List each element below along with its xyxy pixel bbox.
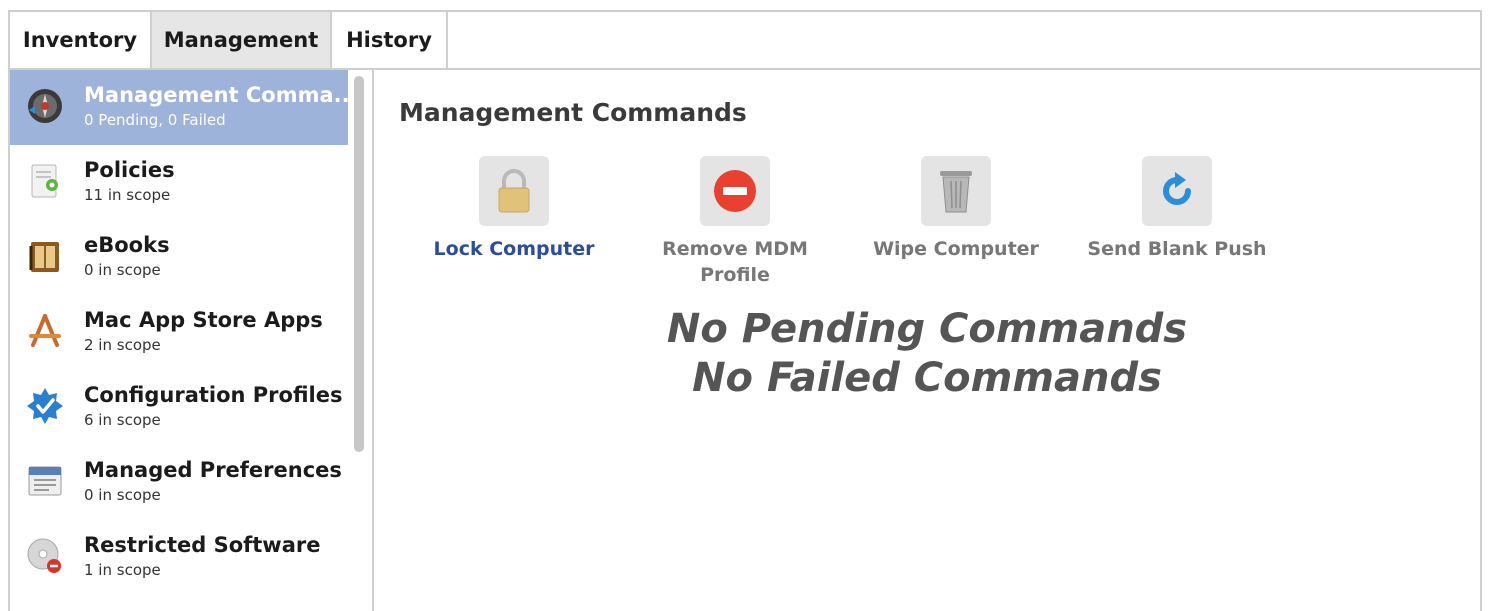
wipe-computer-label: Wipe Computer [873,238,1039,260]
main-panel: Management Commands Lock Computer Remove… [374,70,1480,611]
sidebar-item-mac-app-store-apps[interactable]: Mac App Store Apps 2 in scope [10,295,348,370]
window-frame: Inventory Management History Management … [8,10,1482,611]
lock-icon [498,169,530,213]
tab-inventory[interactable]: Inventory [10,12,152,68]
sidebar-item-policies[interactable]: Policies 11 in scope [10,145,348,220]
lock-computer-label: Lock Computer [433,238,595,260]
page-title: Management Commands [399,98,747,127]
sidebar-item-management-commands[interactable]: Management Comma... 0 Pending, 0 Failed [10,70,358,145]
sidebar-item-title: Configuration Profiles [84,383,343,407]
no-failed-commands-text: No Failed Commands [692,355,1162,401]
refresh-icon-box [1142,156,1212,226]
sidebar-list: Management Comma... 0 Pending, 0 Failed … [10,70,358,595]
remove-icon-box [700,156,770,226]
sidebar-item-subtitle: 1 in scope [84,561,161,579]
sidebar: Management Comma... 0 Pending, 0 Failed … [10,70,374,611]
remove-icon [714,170,756,212]
sidebar-item-subtitle: 0 Pending, 0 Failed [84,111,226,129]
sidebar-item-title: Management Comma... [84,83,358,107]
trash-icon [940,171,972,213]
sidebar-item-title: Managed Preferences [84,458,342,482]
send-blank-push-label: Send Blank Push [1087,238,1267,260]
trash-icon-box [921,156,991,226]
sidebar-item-restricted-software[interactable]: Restricted Software 1 in scope [10,520,348,595]
managed-preferences-icon [28,466,62,496]
policies-icon [31,164,58,198]
sidebar-scrollbar[interactable] [354,76,364,452]
ebooks-icon [29,242,59,272]
lock-computer-button[interactable]: Lock Computer [414,156,614,262]
tab-bar: Inventory Management History [10,12,1480,70]
sidebar-item-title: Policies [84,158,175,182]
sidebar-item-subtitle: 0 in scope [84,486,161,504]
sidebar-item-subtitle: 11 in scope [84,186,171,204]
refresh-icon [1163,172,1191,205]
sidebar-item-subtitle: 0 in scope [84,261,161,279]
no-pending-commands-text: No Pending Commands [666,306,1188,352]
tab-management[interactable]: Management [152,12,332,68]
remove-mdm-profile-button[interactable]: Remove MDM Profile [635,156,835,288]
sidebar-item-title: eBooks [84,233,170,257]
sidebar-item-title: Restricted Software [84,533,321,557]
remove-mdm-profile-label: Remove MDM Profile [662,238,808,286]
app-store-icon [29,314,61,347]
sidebar-item-configuration-profiles[interactable]: Configuration Profiles 6 in scope [10,370,348,445]
tab-history[interactable]: History [332,12,448,68]
sidebar-item-managed-preferences[interactable]: Managed Preferences 0 in scope [10,445,348,520]
configuration-profile-icon [27,388,63,424]
sidebar-item-ebooks[interactable]: eBooks 0 in scope [10,220,348,295]
send-blank-push-button[interactable]: Send Blank Push [1077,156,1277,262]
restricted-software-icon [27,538,61,573]
management-commands-icon [28,89,62,123]
sidebar-item-title: Mac App Store Apps [84,308,323,332]
lock-icon-box [479,156,549,226]
sidebar-item-subtitle: 2 in scope [84,336,161,354]
sidebar-item-subtitle: 6 in scope [84,411,161,429]
wipe-computer-button[interactable]: Wipe Computer [856,156,1056,262]
